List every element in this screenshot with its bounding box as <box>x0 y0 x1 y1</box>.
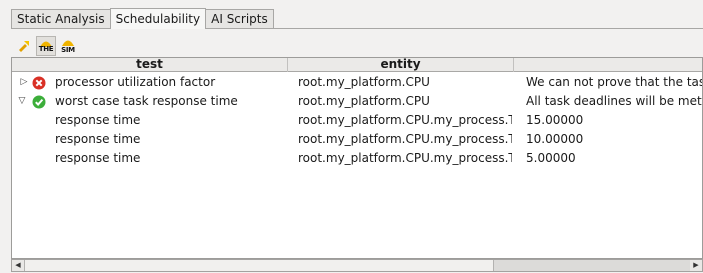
simulation-label: SIM <box>61 46 75 54</box>
result-value: 10.00000 <box>526 132 584 146</box>
table-row[interactable]: response time root.my_platform.CPU.my_pr… <box>12 149 702 168</box>
theory-label: THE <box>38 45 54 53</box>
tab-ai-scripts[interactable]: AI Scripts <box>205 9 274 29</box>
simulation-button[interactable]: SIM <box>58 36 78 56</box>
toolbar: THE SIM <box>14 36 78 56</box>
scroll-right-icon[interactable]: ▶ <box>690 260 702 271</box>
column-header-result[interactable] <box>514 58 702 72</box>
table-row[interactable]: response time root.my_platform.CPU.my_pr… <box>12 111 702 130</box>
test-name: processor utilization factor <box>55 75 216 89</box>
entity-name: root.my_platform.CPU.my_process.T <box>298 151 512 165</box>
entity-name: root.my_platform.CPU.my_process.T <box>298 113 512 127</box>
tab-bar: Static Analysis Schedulability AI Script… <box>11 8 274 29</box>
tab-static-analysis[interactable]: Static Analysis <box>11 9 111 29</box>
result-value: 5.00000 <box>526 151 576 165</box>
entity-name: root.my_platform.CPU.my_process.T <box>298 132 512 146</box>
run-button[interactable] <box>14 36 34 56</box>
result-value: 15.00000 <box>526 113 584 127</box>
test-name: response time <box>55 113 141 127</box>
table-row[interactable]: response time root.my_platform.CPU.my_pr… <box>12 130 702 149</box>
result-value: We can not prove that the tas <box>526 75 703 89</box>
test-name: response time <box>55 151 141 165</box>
entity-name: root.my_platform.CPU <box>298 94 430 108</box>
table-row[interactable]: ▷ processor utilization factor root.my_p… <box>12 73 702 92</box>
collapse-toggle-icon[interactable]: ▽ <box>16 92 28 111</box>
expand-toggle-icon[interactable]: ▷ <box>18 73 30 92</box>
run-icon <box>19 41 29 52</box>
test-name: worst case task response time <box>55 94 238 108</box>
test-name: response time <box>55 132 141 146</box>
table-header: test entity <box>12 58 702 72</box>
column-header-entity[interactable]: entity <box>288 58 514 72</box>
result-value: All task deadlines will be met : <box>526 94 703 108</box>
column-header-test[interactable]: test <box>12 58 288 72</box>
horizontal-scrollbar[interactable]: ◀ ▶ <box>11 259 703 272</box>
scroll-left-icon[interactable]: ◀ <box>12 260 24 271</box>
pass-icon <box>32 95 46 109</box>
tab-schedulability[interactable]: Schedulability <box>109 8 207 29</box>
entity-name: root.my_platform.CPU <box>298 75 430 89</box>
fail-icon <box>32 76 46 90</box>
results-table: test entity ▷ processor utilization fact… <box>11 57 703 259</box>
scrollbar-thumb[interactable] <box>24 260 494 271</box>
table-row[interactable]: ▽ worst case task response time root.my_… <box>12 92 702 111</box>
theory-button[interactable]: THE <box>36 36 56 56</box>
